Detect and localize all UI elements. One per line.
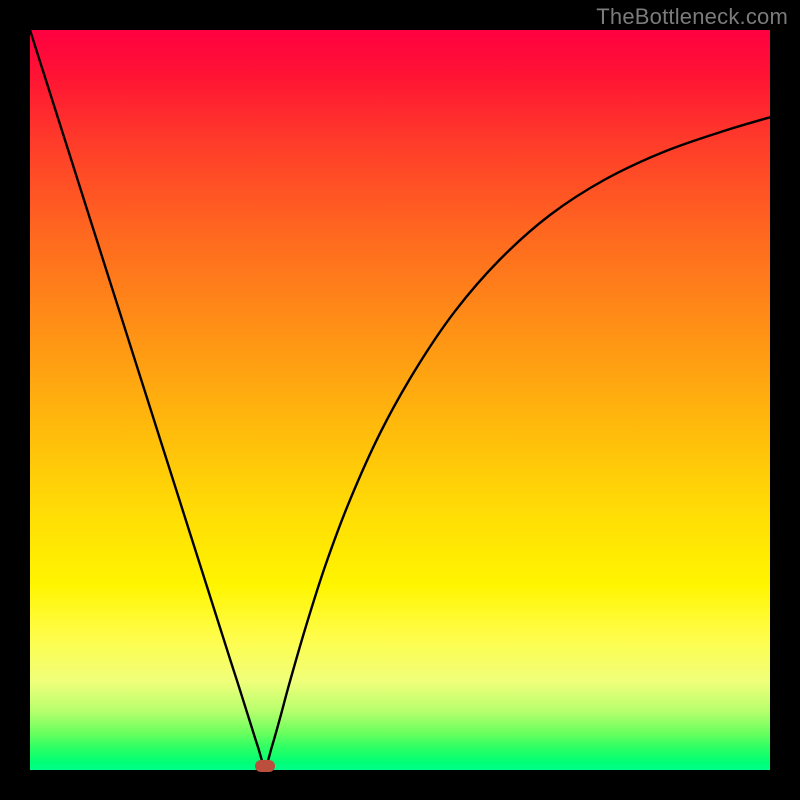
minimum-marker	[255, 760, 275, 772]
plot-area	[30, 30, 770, 770]
chart-frame: TheBottleneck.com	[0, 0, 800, 800]
watermark-text: TheBottleneck.com	[596, 4, 788, 30]
bottleneck-curve	[30, 30, 770, 770]
